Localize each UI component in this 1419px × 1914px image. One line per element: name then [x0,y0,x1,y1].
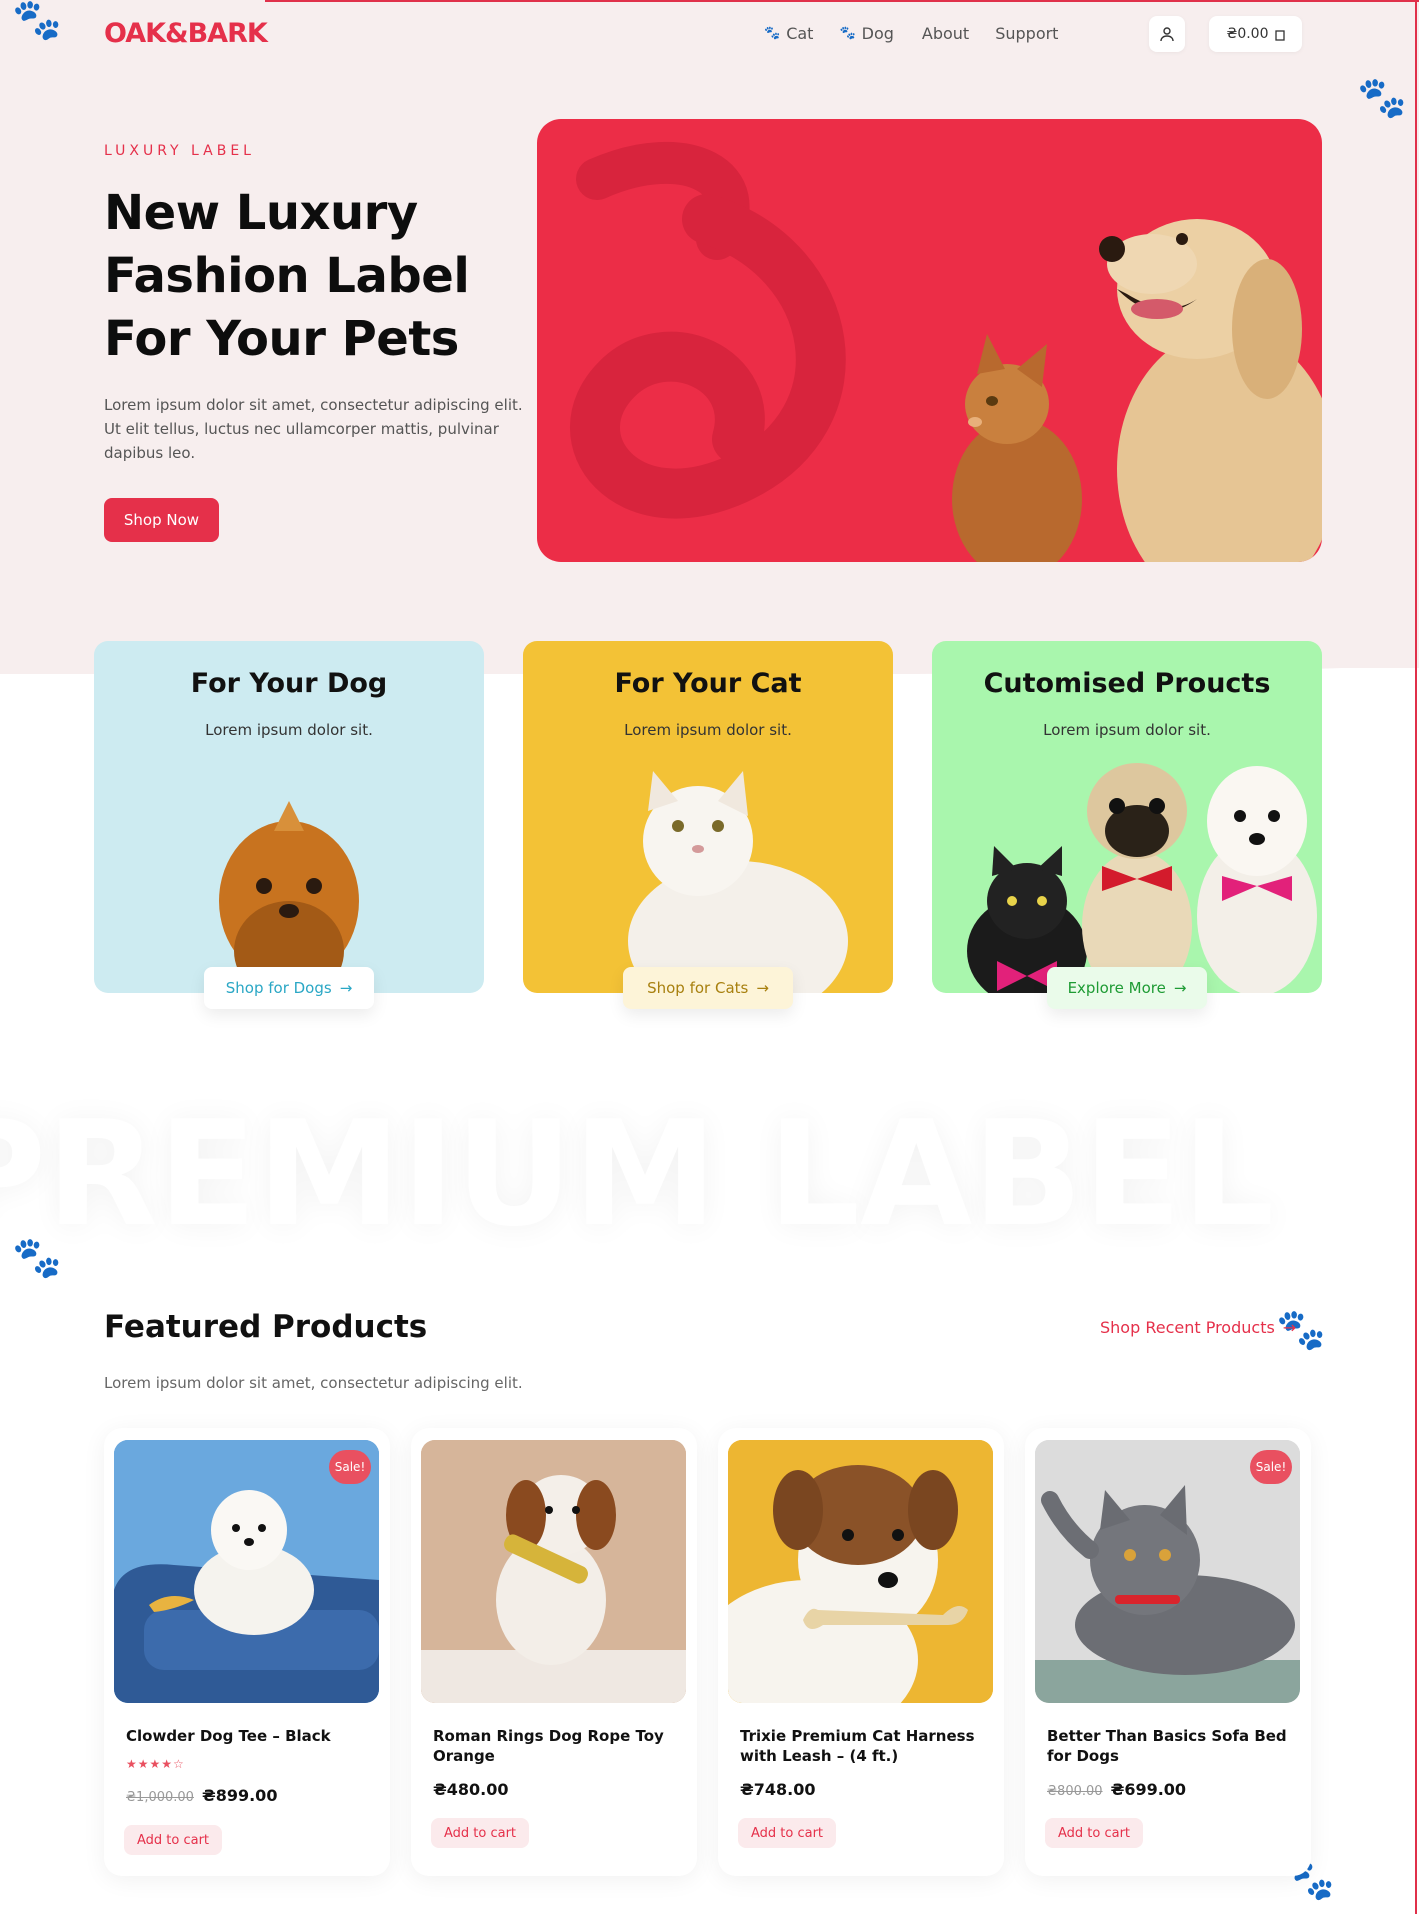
current-price: ₴480.00 [433,1780,509,1799]
account-button[interactable] [1149,16,1185,52]
paw-decoration-icon: 🐾 [12,0,62,43]
old-price: ₴800.00 [1047,1784,1103,1799]
paw-icon: 🐾 [839,26,856,41]
featured-products-subtitle: Lorem ipsum dolor sit amet, consectetur … [104,1374,523,1392]
product-card[interactable]: Sale! Clowder Dog Tee – Black ★★★★☆ ₴1,0… [104,1428,390,1876]
paw-decoration-icon: 🐾 [1357,75,1407,121]
user-icon [1160,27,1174,42]
product-price: ₴480.00 [433,1780,509,1799]
nav-label: Support [995,24,1059,43]
product-image[interactable]: Sale! [1035,1440,1300,1703]
category-card-cat[interactable]: For Your Cat Lorem ipsum dolor sit. Shop… [523,641,893,1009]
button-label: Shop for Cats [647,979,749,997]
old-price: ₴1,000.00 [126,1790,194,1805]
category-card-dog[interactable]: For Your Dog Lorem ipsum dolor sit. Shop… [94,641,484,1009]
link-label: Shop Recent Products [1100,1318,1275,1337]
category-title: Cutomised Proucts [983,668,1271,699]
arrow-right-icon: → [1282,1318,1297,1337]
nav-item-about[interactable]: About [922,24,969,43]
arrow-right-icon: → [339,979,353,997]
product-card[interactable]: Sale! Better Than Basics Sofa Bed for Do… [1025,1428,1311,1876]
product-price: ₴748.00 [740,1780,816,1799]
brand-swirl-graphic [570,142,846,519]
current-price: ₴699.00 [1110,1780,1187,1799]
category-title: For Your Cat [614,668,802,699]
hero-title: New Luxury Fashion Label For Your Pets [104,185,470,367]
arrow-right-icon: → [756,979,769,997]
product-image[interactable] [728,1440,993,1703]
product-name[interactable]: Clowder Dog Tee – Black [126,1726,376,1746]
category-card-custom[interactable]: Cutomised Proucts Lorem ipsum dolor sit.… [932,641,1322,1009]
premium-label-watermark: PREMIUM LABEL [0,1090,1275,1259]
sale-badge: Sale! [1250,1450,1292,1484]
product-name[interactable]: Trixie Premium Cat Harness with Leash – … [740,1726,990,1766]
button-label: Shop for Dogs [225,979,332,997]
paw-icon: 🐾 [764,26,781,41]
button-label: Explore More [1067,979,1166,997]
beagle-puppy-photo [421,1440,686,1703]
current-price: ₴748.00 [740,1780,816,1799]
main-nav: 🐾 Cat 🐾 Dog About Support [764,24,1084,43]
hero-description: Lorem ipsum dolor sit amet, consectetur … [104,396,523,462]
frame-line-right [1415,0,1417,1914]
cart-total: ₴0.00 [1226,26,1269,42]
explore-more-button[interactable]: Explore More → [1047,967,1207,1009]
shop-for-cats-button[interactable]: Shop for Cats → [623,967,793,1009]
product-name[interactable]: Better Than Basics Sofa Bed for Dogs [1047,1726,1297,1766]
nav-label: Cat [786,24,814,43]
nav-label: About [921,24,970,43]
current-price: ₴899.00 [201,1786,278,1805]
jack-russell-photo [728,1440,993,1703]
add-to-cart-button[interactable]: Add to cart [124,1825,222,1855]
product-price: ₴800.00 ₴699.00 [1047,1780,1186,1799]
star-rating: ★★★★☆ [126,1757,185,1771]
dog-photo [1099,219,1322,562]
hero-eyebrow: LUXURY LABEL [104,143,255,159]
logo[interactable]: OAK&BARK [104,18,268,49]
add-to-cart-button[interactable]: Add to cart [1045,1818,1143,1848]
cart-button[interactable]: ₴0.00 [1209,16,1302,52]
pets-with-bowties-photo [967,763,1317,993]
add-to-cart-button[interactable]: Add to cart [431,1818,529,1848]
nav-item-dog[interactable]: 🐾 Dog [839,24,893,43]
add-to-cart-button[interactable]: Add to cart [738,1818,836,1848]
frame-line-top [265,0,1419,2]
shop-recent-products-link[interactable]: Shop Recent Products → [1100,1318,1296,1337]
nav-item-cat[interactable]: 🐾 Cat [764,24,813,43]
bag-icon [1274,29,1285,41]
category-subtitle: Lorem ipsum dolor sit. [1043,721,1211,739]
nav-item-support[interactable]: Support [995,24,1058,43]
shop-now-button[interactable]: Shop Now [104,498,219,542]
nav-label: Dog [861,24,894,43]
product-card[interactable]: Trixie Premium Cat Harness with Leash – … [718,1428,1004,1876]
arrow-right-icon: → [1173,979,1187,997]
yorkie-photo [219,801,359,993]
category-subtitle: Lorem ipsum dolor sit. [624,721,792,739]
product-name[interactable]: Roman Rings Dog Rope Toy Orange [433,1726,683,1766]
category-title: For Your Dog [190,668,388,699]
white-cat-photo [628,771,848,993]
sale-badge: Sale! [329,1450,371,1484]
product-image[interactable] [421,1440,686,1703]
shop-for-dogs-button[interactable]: Shop for Dogs → [204,967,374,1009]
category-subtitle: Lorem ipsum dolor sit. [205,721,373,739]
product-price: ₴1,000.00 ₴899.00 [126,1786,277,1805]
hero-banner [537,119,1322,562]
featured-products-title: Featured Products [104,1309,428,1345]
product-image[interactable]: Sale! [114,1440,379,1703]
product-card[interactable]: Roman Rings Dog Rope Toy Orange ₴480.00 … [411,1428,697,1876]
